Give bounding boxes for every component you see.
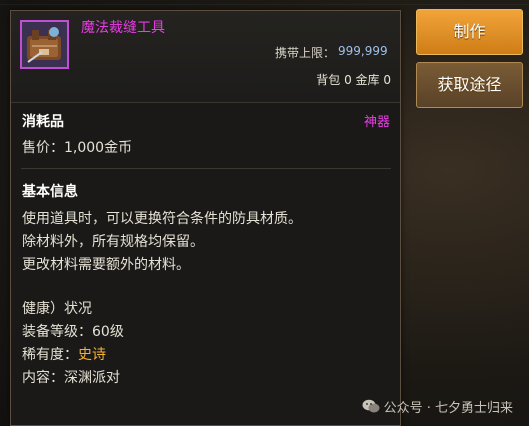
status-line: 健康）状况 <box>22 301 92 317</box>
craft-button[interactable]: 制作 <box>416 9 523 55</box>
item-tooltip: 魔法裁缝工具 携带上限： 999,999 背包 0 金库 0 消耗品 神器 售价… <box>10 10 401 426</box>
tooltip-header: 魔法裁缝工具 携带上限： 999,999 背包 0 金库 0 <box>11 11 400 103</box>
basic-info-title: 基本信息 <box>22 184 78 200</box>
watermark-text: 公众号 · 七夕勇士归来 <box>383 401 513 416</box>
rarity-line: 稀有度：史诗 <box>22 344 106 364</box>
tailor-kit-icon <box>20 20 69 69</box>
wechat-icon <box>362 399 380 418</box>
item-category: 消耗品 <box>22 114 64 130</box>
item-name: 魔法裁缝工具 <box>81 20 165 36</box>
content-line: 内容：深渊派对 <box>22 370 120 386</box>
carry-limit-label: 携带上限： <box>275 46 336 60</box>
equip-level-line: 装备等级：60级 <box>22 324 124 340</box>
carry-limit-value: 999,999 <box>338 44 388 58</box>
item-grade: 神器 <box>363 115 390 130</box>
rarity-label: 稀有度： <box>22 347 78 363</box>
description-line: 使用道具时，可以更换符合条件的防具材质。 <box>22 211 302 227</box>
background-divider <box>0 4 529 5</box>
watermark: 公众号 · 七夕勇士归来 <box>362 397 513 418</box>
description-line: 除材料外，所有规格均保留。 <box>22 234 204 250</box>
description-line: 更改材料需要额外的材料。 <box>22 257 190 273</box>
section-divider <box>21 168 391 169</box>
storage-count: 背包 0 金库 0 <box>316 73 391 87</box>
item-price: 售价：1,000金币 <box>22 140 133 156</box>
rarity-value: 史诗 <box>78 347 106 363</box>
acquire-source-button[interactable]: 获取途径 <box>416 62 523 108</box>
